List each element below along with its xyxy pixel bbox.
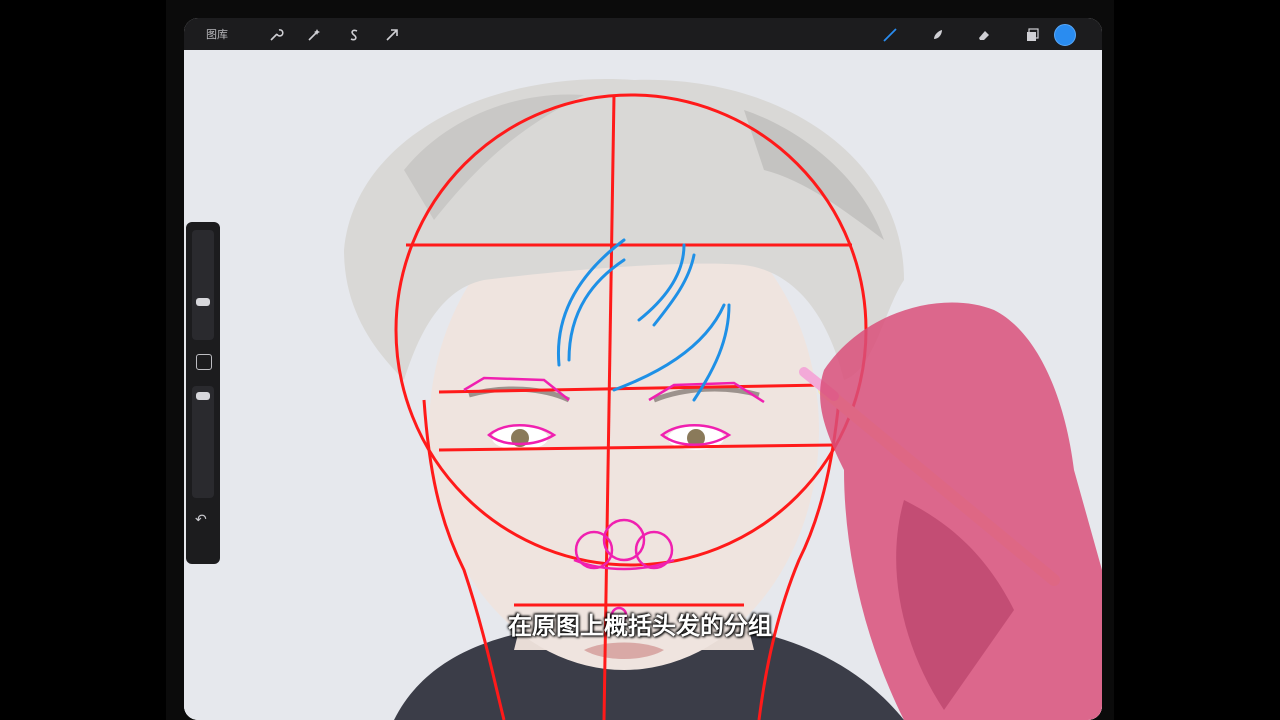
brush-icon[interactable]: [880, 25, 900, 45]
video-subtitle: 在原图上概括头发的分组: [508, 612, 772, 640]
opacity-thumb[interactable]: [196, 392, 210, 400]
brush-sidebar: ↶: [186, 222, 220, 564]
arrow-transform-icon[interactable]: [382, 25, 402, 45]
smudge-icon[interactable]: [928, 25, 948, 45]
wrench-icon[interactable]: [266, 25, 286, 45]
undo-icon[interactable]: ↶: [195, 512, 207, 528]
layers-icon[interactable]: [1022, 25, 1042, 45]
opacity-slider[interactable]: [192, 386, 214, 498]
top-toolbar: 图库: [184, 18, 1102, 50]
magic-wand-icon[interactable]: [304, 25, 324, 45]
selection-s-icon[interactable]: [344, 25, 364, 45]
gallery-button[interactable]: 图库: [206, 26, 228, 42]
brush-size-thumb[interactable]: [196, 298, 210, 306]
color-picker-icon[interactable]: [1054, 24, 1076, 46]
eraser-icon[interactable]: [974, 25, 994, 45]
brush-size-slider[interactable]: [192, 230, 214, 340]
square-icon[interactable]: [196, 354, 212, 370]
